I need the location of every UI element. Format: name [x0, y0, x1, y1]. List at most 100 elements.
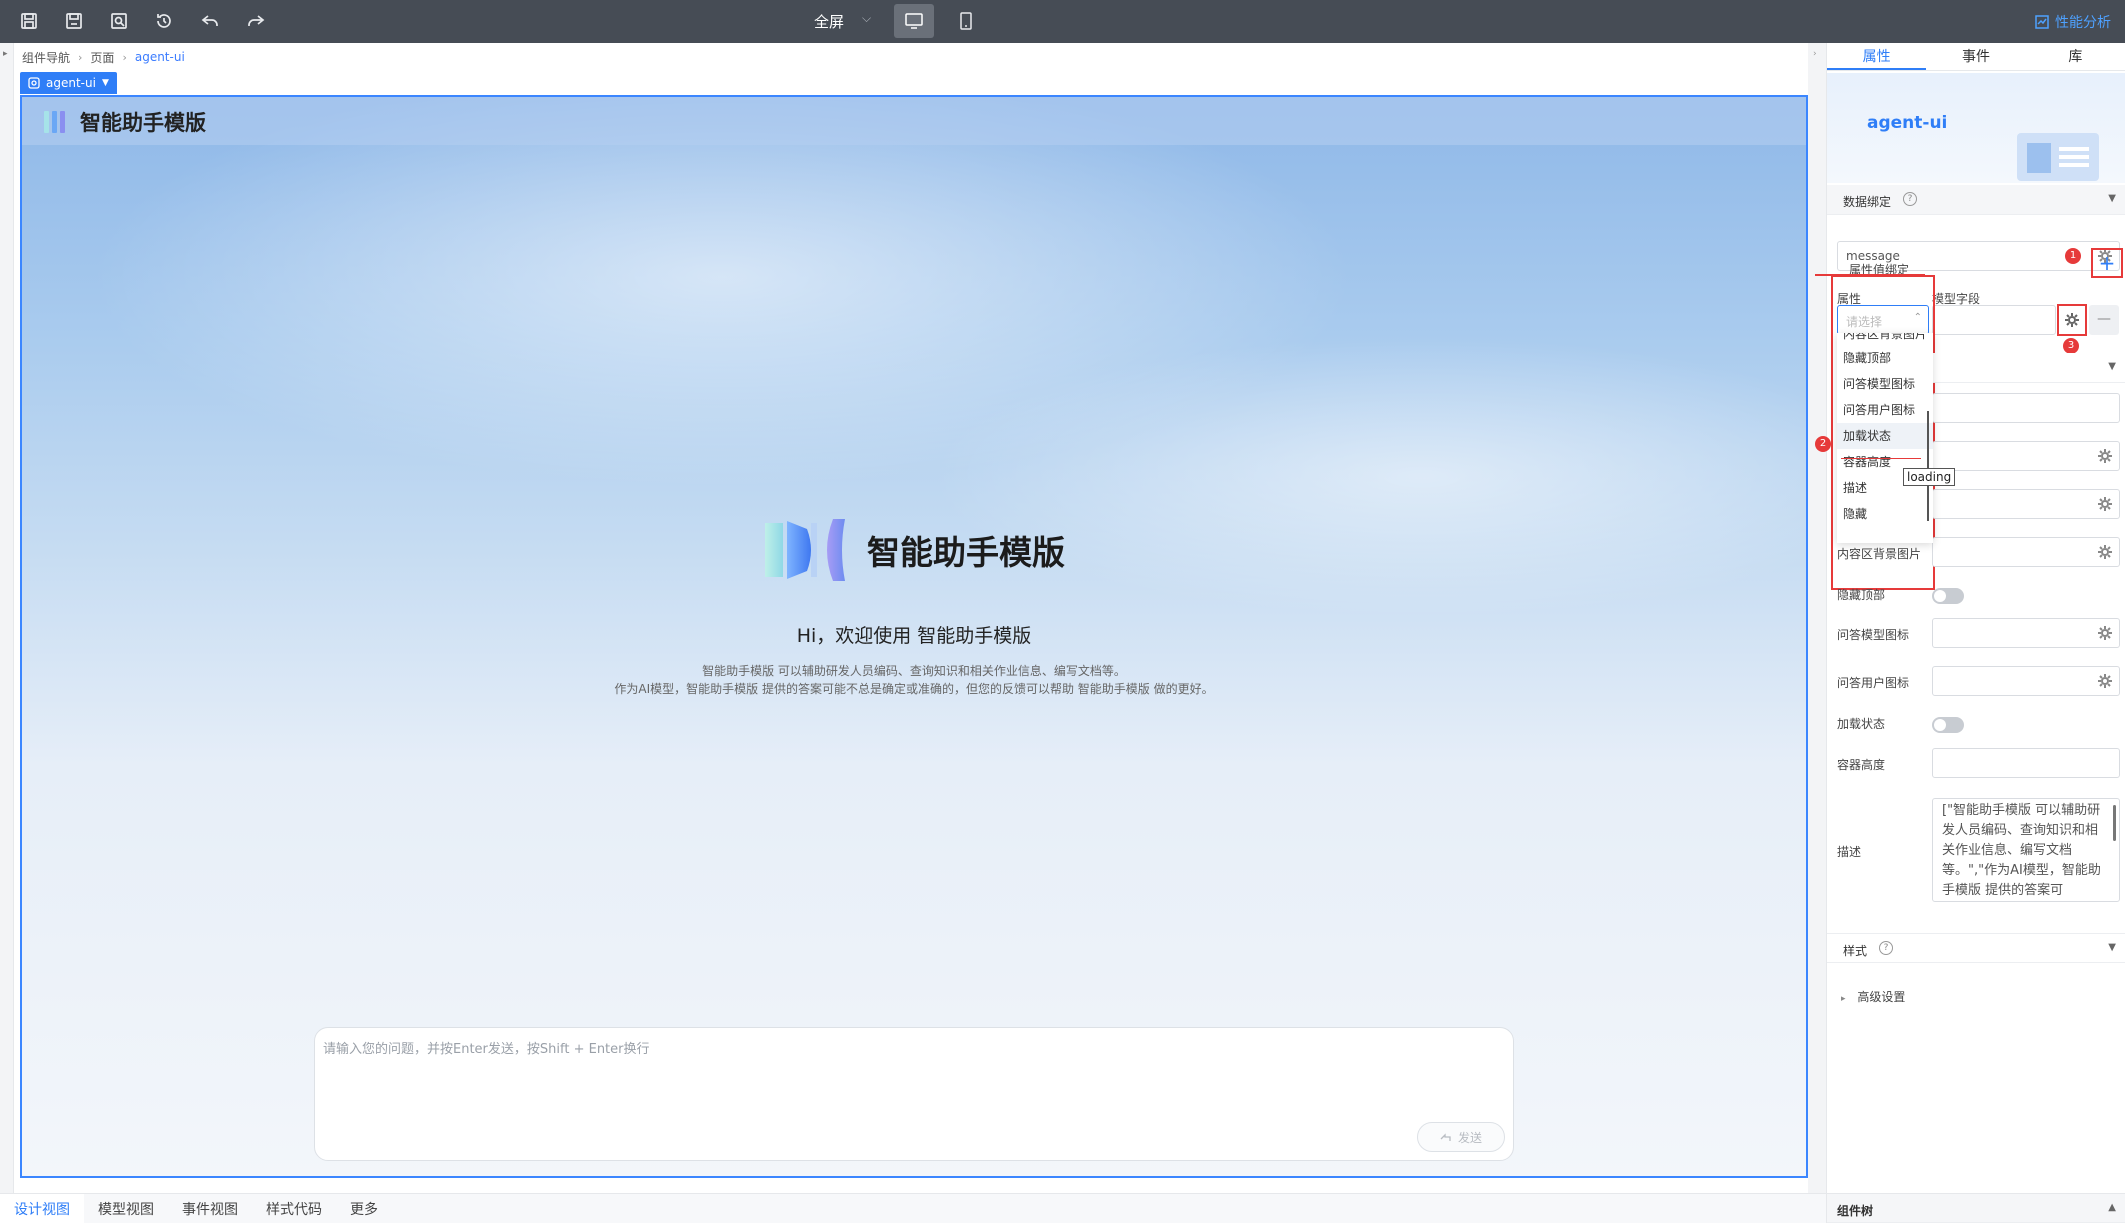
prop-input[interactable]	[1932, 441, 2120, 471]
send-icon	[1440, 1133, 1451, 1141]
prop-label: 加载状态	[1837, 717, 1886, 731]
prop-input[interactable]	[1932, 393, 2120, 423]
prop-input[interactable]	[1932, 489, 2120, 519]
chevron-up-icon: ▲	[2108, 1202, 2116, 1213]
greeting-text: Hi，欢迎使用 智能助手模版	[796, 625, 1032, 647]
caret-right-icon: ▸	[1841, 994, 1846, 1004]
history-icon[interactable]	[150, 8, 178, 34]
step-badge: 3	[2063, 338, 2079, 354]
save-icon[interactable]	[15, 8, 43, 34]
breadcrumb-item[interactable]: 组件导航	[22, 49, 70, 66]
step-badge: 1	[2065, 248, 2081, 264]
chevron-down-icon[interactable]: ⌵	[862, 11, 871, 26]
chevron-right-icon: ›	[78, 50, 83, 64]
chart-icon	[2035, 15, 2049, 29]
tab-design-view[interactable]: 设计视图	[0, 1194, 84, 1224]
redo-icon[interactable]	[242, 8, 270, 34]
data-binding-section[interactable]: 数据绑定 ? ▼	[1827, 185, 2125, 215]
welcome-section: 智能助手模版 Hi，欢迎使用 智能助手模版 智能助手模版 可以辅助研发人员编码、…	[22, 515, 1806, 698]
advanced-settings[interactable]: ▸ 高级设置	[1841, 988, 1905, 1005]
description-text: 智能助手模版 可以辅助研发人员编码、查询知识和相关作业信息、编写文档等。 作为A…	[614, 664, 1214, 696]
component-illustration-icon	[2017, 133, 2099, 181]
loading-toggle[interactable]	[1932, 717, 1964, 733]
panel-tabs: 属性 事件 库	[1827, 43, 2125, 71]
highlight-line	[1815, 274, 1925, 276]
step-badge: 2	[1815, 436, 1831, 452]
top-toolbar: 全屏 ⌵ 性能分析	[0, 0, 2125, 43]
gear-icon[interactable]	[2097, 544, 2113, 560]
hero-title: 智能助手模版	[867, 533, 1065, 572]
component-tree-section[interactable]: 组件树 ▲	[1827, 1193, 2125, 1223]
remove-binding-button[interactable]: —	[2089, 305, 2119, 335]
dropdown-item[interactable]: 加载状态	[1837, 423, 1933, 449]
breadcrumb-item[interactable]: 页面	[90, 49, 114, 66]
prop-label: 问答模型图标	[1837, 628, 1910, 642]
design-canvas[interactable]: 智能助手模版 智能助手模版 Hi，欢迎使用 智能助手模版 智能助手模版 可以辅助…	[20, 95, 1808, 1178]
scrollbar[interactable]	[1927, 411, 1929, 521]
help-icon[interactable]: ?	[1879, 941, 1893, 955]
view-tabs: 设计视图 模型视图 事件视图 样式代码 更多	[0, 1193, 1826, 1224]
send-button[interactable]: 发送	[1417, 1122, 1505, 1152]
scrollbar[interactable]	[2113, 805, 2116, 841]
performance-analysis-button[interactable]: 性能分析	[2035, 12, 2111, 32]
chevron-right-icon: ›	[1813, 49, 1817, 59]
preview-icon[interactable]	[105, 8, 133, 34]
chevron-down-icon: ▼	[2108, 193, 2116, 204]
gear-icon[interactable]	[2097, 448, 2113, 464]
prop-label: 内容区背景图片	[1837, 547, 1922, 561]
tab-event-view[interactable]: 事件视图	[168, 1194, 252, 1224]
breadcrumb: 组件导航 › 页面 › agent-ui	[22, 43, 185, 71]
right-panel-toggle[interactable]: ›	[1808, 43, 1826, 1193]
breadcrumb-current: agent-ui	[134, 50, 185, 64]
component-icon	[28, 77, 40, 89]
properties-panel: 属性 事件 库 agent-ui 数据绑定 ? ▼ message 属性值绑定 …	[1815, 43, 2125, 1223]
component-name: agent-ui	[1867, 113, 1948, 133]
gear-icon[interactable]	[2097, 673, 2113, 689]
dropdown-item[interactable]: 隐藏顶部	[1837, 345, 1933, 371]
save-as-icon[interactable]	[60, 8, 88, 34]
model-icon-input[interactable]	[1932, 618, 2120, 648]
tab-library[interactable]: 库	[2026, 43, 2125, 70]
chevron-down-icon: ▼	[2108, 942, 2116, 953]
tab-model-view[interactable]: 模型视图	[84, 1194, 168, 1224]
tooltip: loading	[1903, 468, 1956, 486]
prop-label: 问答用户图标	[1837, 676, 1910, 690]
prop-label: 容器高度	[1837, 758, 1886, 772]
props-section[interactable]: ▼	[1932, 353, 2125, 383]
dropdown-item[interactable]: 问答模型图标	[1837, 371, 1933, 397]
model-field-input[interactable]	[1932, 305, 2056, 335]
chevron-down-icon: ▼	[2108, 361, 2116, 372]
chevron-right-icon: ›	[122, 50, 127, 64]
height-input[interactable]	[1932, 748, 2120, 778]
selected-component-tag[interactable]: agent-ui ▼	[20, 72, 117, 94]
undo-icon[interactable]	[196, 8, 224, 34]
question-input[interactable]: 请输入您的问题，并按Enter发送，按Shift + Enter换行 发送	[314, 1027, 1514, 1161]
gear-icon[interactable]	[2097, 625, 2113, 641]
fullscreen-select[interactable]: 全屏	[814, 11, 844, 32]
desktop-view-icon[interactable]	[894, 4, 934, 38]
left-panel-toggle[interactable]: ▸	[0, 43, 14, 1193]
user-icon-input[interactable]	[1932, 666, 2120, 696]
hide-top-toggle[interactable]	[1932, 588, 1964, 604]
gear-icon[interactable]	[2097, 496, 2113, 512]
logo-icon	[44, 111, 65, 133]
content-bg-input[interactable]	[1932, 537, 2120, 567]
dropdown-item[interactable]: 内容区背景图片	[1837, 333, 1933, 345]
component-header: agent-ui	[1827, 73, 2125, 183]
tab-style-code[interactable]: 样式代码	[252, 1194, 336, 1224]
tablet-view-icon[interactable]	[946, 4, 986, 38]
help-icon[interactable]: ?	[1903, 192, 1917, 206]
tab-properties[interactable]: 属性	[1827, 43, 1927, 70]
style-section[interactable]: 样式 ? ▼	[1827, 933, 2125, 963]
agent-header: 智能助手模版	[22, 97, 1806, 145]
dropdown-item[interactable]: 问答用户图标	[1837, 397, 1933, 423]
input-placeholder: 请输入您的问题，并按Enter发送，按Shift + Enter换行	[323, 1042, 650, 1057]
description-textarea[interactable]: ["智能助手模版 可以辅助研发人员编码、查询知识和相关作业信息、编写文档等。",…	[1932, 798, 2120, 902]
caret-down-icon[interactable]: ▼	[102, 78, 109, 88]
logo-icon	[765, 519, 845, 581]
dropdown-item[interactable]: 隐藏	[1837, 501, 1933, 527]
tab-events[interactable]: 事件	[1926, 43, 2025, 70]
chevron-right-icon: ▸	[3, 49, 8, 59]
highlight-box	[2091, 248, 2123, 278]
tab-more[interactable]: 更多	[336, 1194, 392, 1224]
